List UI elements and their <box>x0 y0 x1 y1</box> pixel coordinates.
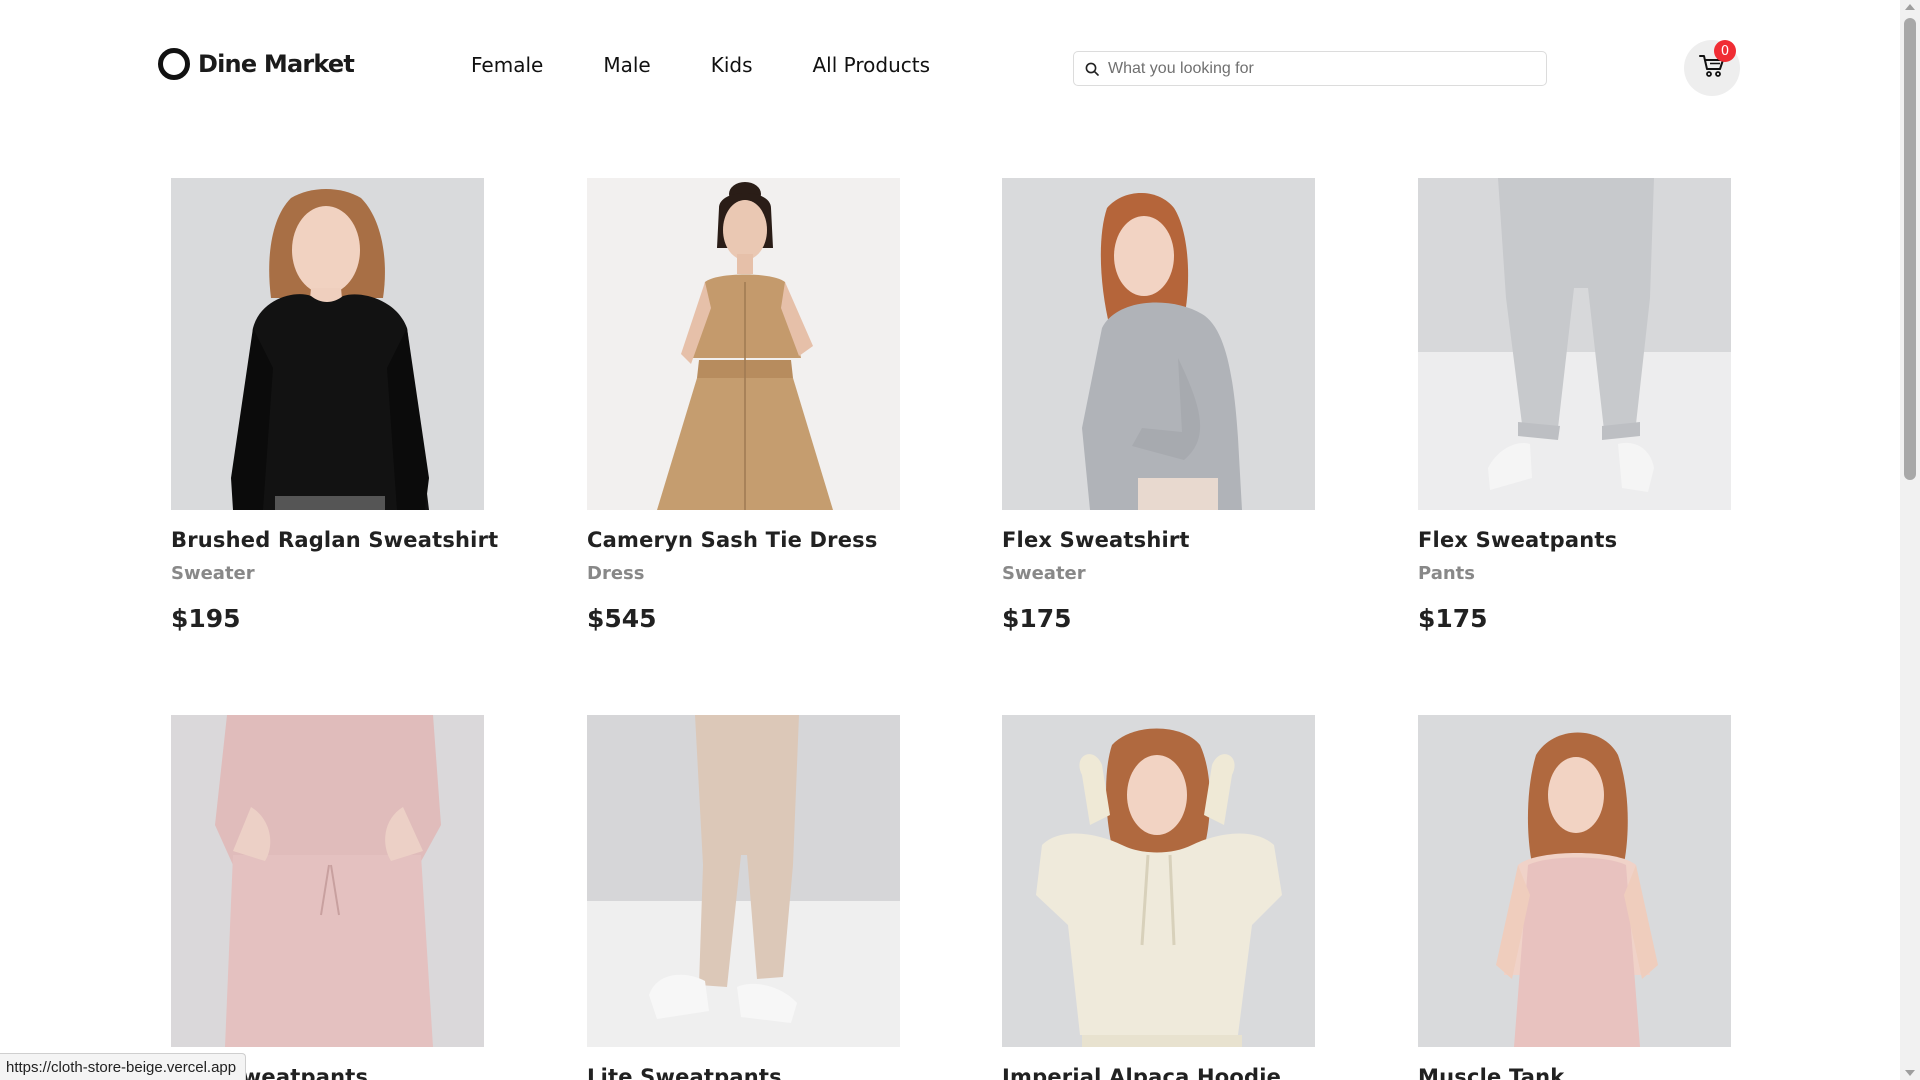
product-card[interactable]: Brushed Raglan Sweatshirt Sweater $195 <box>171 178 498 633</box>
product-image-beige-sweatpants-legs[interactable] <box>587 715 900 1047</box>
product-name[interactable]: Lite Sweatpants <box>587 1065 900 1080</box>
product-name[interactable]: Flex Sweatshirt <box>1002 528 1315 552</box>
scroll-up-arrow-icon[interactable] <box>1905 4 1915 10</box>
search-box[interactable] <box>1073 51 1547 86</box>
search-input[interactable] <box>1108 59 1528 78</box>
main-nav: Female Male Kids All Products <box>471 53 930 77</box>
scroll-down-arrow-icon[interactable] <box>1905 1070 1915 1076</box>
product-name[interactable]: Cameryn Sash Tie Dress <box>587 528 900 552</box>
site-header: Dine Market Female Male Kids All Product… <box>0 0 1900 140</box>
product-price: $175 <box>1002 604 1072 633</box>
product-name[interactable]: Brushed Raglan Sweatshirt <box>171 528 498 552</box>
logo-ring-icon <box>158 48 190 80</box>
product-card[interactable]: Flex Sweatshirt Sweater $175 <box>1002 178 1315 633</box>
search-icon <box>1084 61 1100 77</box>
product-category: Sweater <box>171 563 255 584</box>
nav-all-products[interactable]: All Products <box>813 53 931 77</box>
product-card[interactable]: Imperial Alpaca Hoodie <box>1002 715 1315 1080</box>
logo-text: Dine Market <box>198 50 355 78</box>
link-status-bar: https://cloth-store-beige.vercel.app <box>0 1053 247 1080</box>
product-category: Dress <box>587 563 645 584</box>
page: Dine Market Female Male Kids All Product… <box>0 0 1900 1080</box>
product-category: Pants <box>1418 563 1475 584</box>
product-price: $545 <box>587 604 657 633</box>
product-image-woman-grey-sweatshirt[interactable] <box>1002 178 1315 510</box>
scroll-thumb[interactable] <box>1904 18 1916 480</box>
product-image-woman-black-sweatshirt[interactable] <box>171 178 484 510</box>
product-price: $175 <box>1418 604 1488 633</box>
cart-count-badge: 0 <box>1714 40 1736 62</box>
product-category: Sweater <box>1002 563 1086 584</box>
product-name[interactable]: Flex Sweatpants <box>1418 528 1731 552</box>
nav-male[interactable]: Male <box>603 53 650 77</box>
product-card[interactable]: Cameryn Sash Tie Dress Dress $545 <box>587 178 900 633</box>
product-image-grey-sweatpants-legs[interactable] <box>1418 178 1731 510</box>
nav-female[interactable]: Female <box>471 53 543 77</box>
product-card[interactable]: Flex Sweatpants Pants $175 <box>1418 178 1731 633</box>
product-image-woman-pink-tank[interactable] <box>1418 715 1731 1047</box>
vertical-scrollbar[interactable] <box>1900 0 1920 1080</box>
product-image-woman-cream-hoodie[interactable] <box>1002 715 1315 1047</box>
product-image-woman-tan-dress[interactable] <box>587 178 900 510</box>
product-card[interactable]: Muscle Tank <box>1418 715 1731 1080</box>
product-name[interactable]: Muscle Tank <box>1418 1065 1731 1080</box>
product-card[interactable]: eece Sweatpants <box>163 715 484 1080</box>
product-price: $195 <box>171 604 241 633</box>
product-name[interactable]: Imperial Alpaca Hoodie <box>1002 1065 1315 1080</box>
cart-button[interactable]: 0 <box>1684 40 1740 96</box>
nav-kids[interactable]: Kids <box>711 53 753 77</box>
product-card[interactable]: Lite Sweatpants <box>587 715 900 1080</box>
logo[interactable]: Dine Market <box>158 48 355 80</box>
product-image-pink-fleece-sweatpants[interactable] <box>171 715 484 1047</box>
